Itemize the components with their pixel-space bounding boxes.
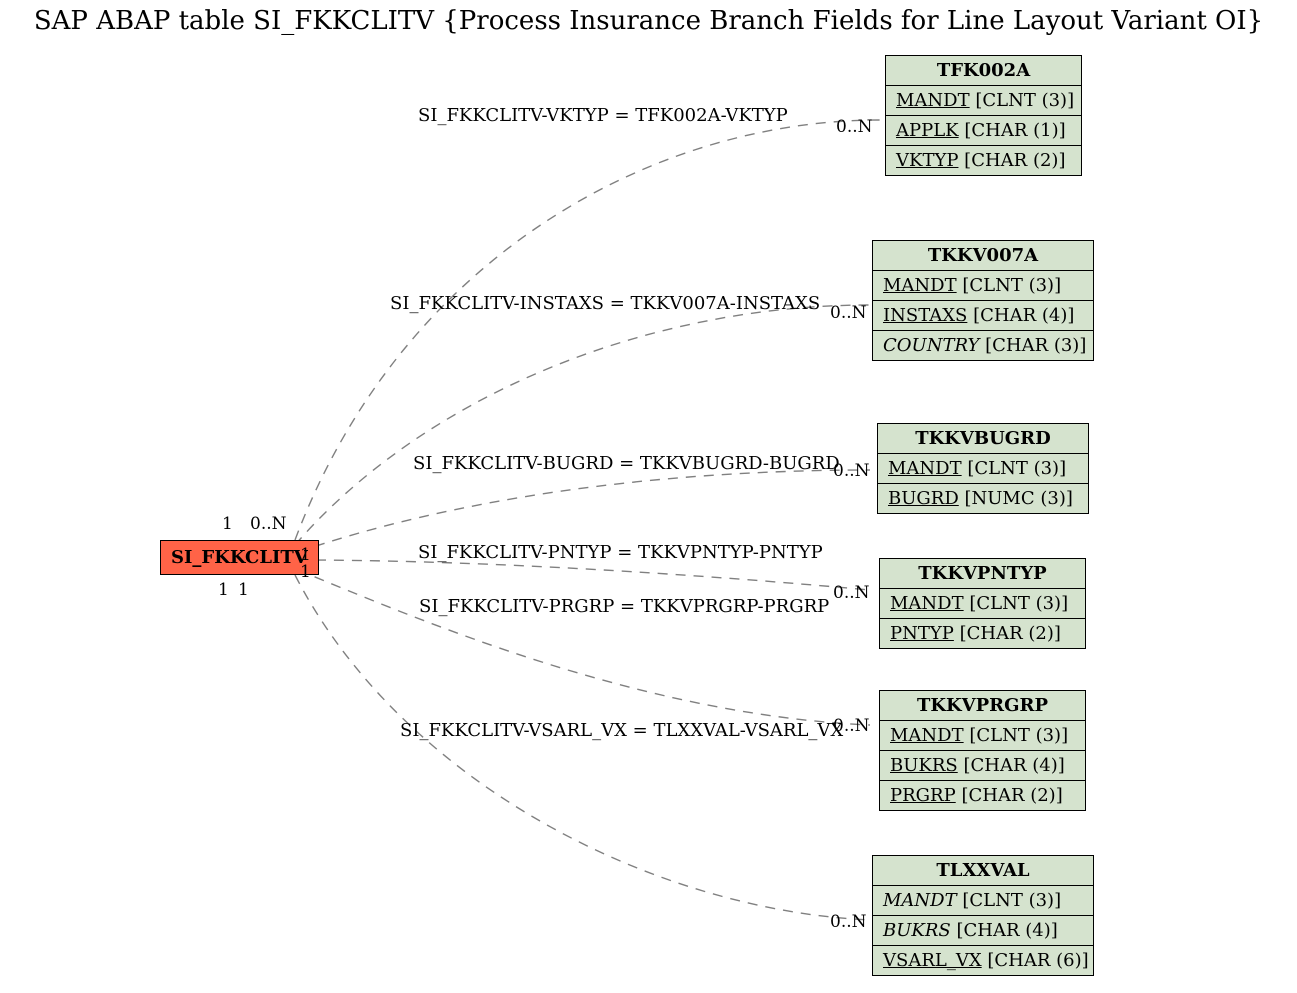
- entity-tkkvbugrd: TKKVBUGRD MANDT [CLNT (3)] BUGRD [NUMC (…: [877, 423, 1089, 514]
- right-card-6: 0..N: [830, 912, 867, 932]
- table-row: PRGRP [CHAR (2)]: [880, 781, 1085, 810]
- table-row: MANDT [CLNT (3)]: [880, 721, 1085, 751]
- left-card-r4: 1: [300, 562, 311, 582]
- left-card-r6: 1: [238, 580, 249, 600]
- edge-label-5: SI_FKKCLITV-PRGRP = TKKVPRGRP-PRGRP: [419, 596, 829, 617]
- table-row: BUGRD [NUMC (3)]: [878, 484, 1088, 513]
- entity-main-label: SI_FKKCLITV: [171, 547, 308, 568]
- er-diagram-canvas: SAP ABAP table SI_FKKCLITV {Process Insu…: [0, 0, 1297, 993]
- table-row: MANDT [CLNT (3)]: [878, 454, 1088, 484]
- edge-label-3: SI_FKKCLITV-BUGRD = TKKVBUGRD-BUGRD: [413, 453, 840, 474]
- entity-header: TKKVPRGRP: [880, 691, 1085, 721]
- right-card-2: 0..N: [830, 303, 867, 323]
- table-row: INSTAXS [CHAR (4)]: [873, 301, 1093, 331]
- entity-tlxxval: TLXXVAL MANDT [CLNT (3)] BUKRS [CHAR (4)…: [872, 855, 1094, 976]
- entity-header: TLXXVAL: [873, 856, 1093, 886]
- table-row: BUKRS [CHAR (4)]: [873, 916, 1093, 946]
- edge-label-1: SI_FKKCLITV-VKTYP = TFK002A-VKTYP: [418, 105, 788, 126]
- table-row: VSARL_VX [CHAR (6)]: [873, 946, 1093, 975]
- entity-tkkvpntyp: TKKVPNTYP MANDT [CLNT (3)] PNTYP [CHAR (…: [879, 558, 1086, 649]
- table-row: MANDT [CLNT (3)]: [873, 271, 1093, 301]
- right-card-1: 0..N: [836, 117, 873, 137]
- table-row: APPLK [CHAR (1)]: [886, 116, 1081, 146]
- left-card-0n: 0..N: [250, 514, 287, 534]
- diagram-title: SAP ABAP table SI_FKKCLITV {Process Insu…: [0, 6, 1297, 36]
- table-row: VKTYP [CHAR (2)]: [886, 146, 1081, 175]
- entity-header: TKKV007A: [873, 241, 1093, 271]
- table-row: BUKRS [CHAR (4)]: [880, 751, 1085, 781]
- entity-main: SI_FKKCLITV: [160, 540, 319, 575]
- edge-label-6: SI_FKKCLITV-VSARL_VX = TLXXVAL-VSARL_VX: [400, 720, 843, 741]
- table-row: MANDT [CLNT (3)]: [880, 589, 1085, 619]
- edge-label-4: SI_FKKCLITV-PNTYP = TKKVPNTYP-PNTYP: [418, 542, 823, 563]
- entity-header: TKKVBUGRD: [878, 424, 1088, 454]
- table-row: COUNTRY [CHAR (3)]: [873, 331, 1093, 360]
- left-card-r5: 1: [218, 580, 229, 600]
- right-card-4: 0..N: [833, 583, 870, 603]
- table-row: PNTYP [CHAR (2)]: [880, 619, 1085, 648]
- left-card-1: 1: [222, 514, 233, 534]
- edge-lines: [0, 0, 1297, 993]
- right-card-3: 0..N: [833, 461, 870, 481]
- table-row: MANDT [CLNT (3)]: [873, 886, 1093, 916]
- edge-label-2: SI_FKKCLITV-INSTAXS = TKKV007A-INSTAXS: [390, 293, 820, 314]
- entity-tkkv007a: TKKV007A MANDT [CLNT (3)] INSTAXS [CHAR …: [872, 240, 1094, 361]
- entity-tkkvprgrp: TKKVPRGRP MANDT [CLNT (3)] BUKRS [CHAR (…: [879, 690, 1086, 811]
- entity-tfk002a: TFK002A MANDT [CLNT (3)] APPLK [CHAR (1)…: [885, 55, 1082, 176]
- table-row: MANDT [CLNT (3)]: [886, 86, 1081, 116]
- entity-header: TKKVPNTYP: [880, 559, 1085, 589]
- entity-header: TFK002A: [886, 56, 1081, 86]
